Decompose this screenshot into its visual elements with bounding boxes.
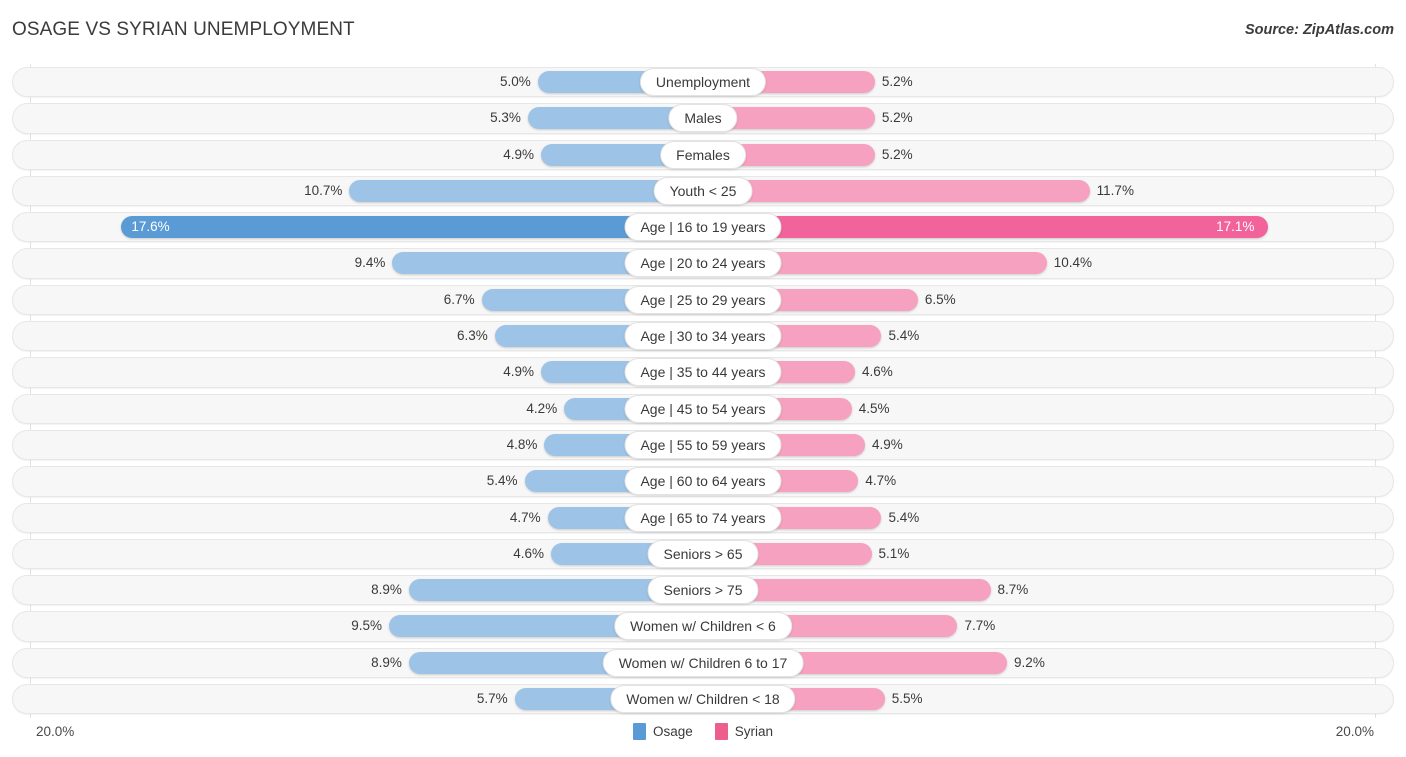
bar-syrian [703, 179, 1090, 202]
bar-value-osage: 17.6% [131, 219, 170, 235]
chart-row: 8.9% 8.7% Seniors > 75 [0, 572, 1406, 608]
bar-value-osage: 5.3% [490, 110, 521, 126]
bar-value-osage: 4.7% [509, 509, 541, 525]
bar-value-syrian: 5.4% [888, 509, 920, 525]
bar-value-syrian: 6.5% [924, 291, 956, 307]
category-label: Youth < 25 [653, 176, 753, 205]
bar-value-syrian: 5.4% [888, 328, 920, 344]
category-label: Age | 60 to 64 years [624, 467, 782, 496]
category-label: Age | 45 to 54 years [624, 394, 782, 423]
legend-label: Syrian [734, 724, 774, 739]
bar-value-osage: 4.8% [506, 436, 538, 452]
chart-row: 4.2% 4.5% Age | 45 to 54 years [0, 391, 1406, 427]
category-label: Females [660, 140, 746, 169]
category-label: Age | 20 to 24 years [624, 249, 782, 278]
bar-value-syrian: 5.2% [881, 146, 913, 162]
bar-value-syrian: 5.2% [881, 74, 913, 89]
bar-value-syrian: 5.1% [878, 545, 910, 561]
chart-row: 8.9% 9.2% Women w/ Children 6 to 17 [0, 645, 1406, 681]
category-label: Age | 25 to 29 years [624, 285, 782, 314]
chart-row: 4.7% 5.4% Age | 65 to 74 years [0, 500, 1406, 536]
bar-value-osage: 8.9% [371, 654, 402, 670]
bar-osage [121, 216, 703, 239]
bar-value-osage: 6.3% [457, 328, 488, 344]
bar-value-osage: 5.7% [476, 691, 508, 707]
bar-value-osage: 4.6% [513, 545, 544, 561]
chart-row: 6.3% 5.4% Age | 30 to 34 years [0, 318, 1406, 354]
legend-swatch-icon [632, 723, 646, 740]
legend-label: Osage [652, 724, 693, 739]
category-label: Age | 30 to 34 years [624, 322, 782, 351]
chart-row: 17.6% 17.1% Age | 16 to 19 years [0, 209, 1406, 245]
chart-row: 9.4% 10.4% Age | 20 to 24 years [0, 245, 1406, 281]
bar-syrian [703, 216, 1269, 239]
category-label: Unemployment [639, 68, 767, 96]
bar-value-osage: 8.9% [371, 582, 402, 598]
bar-value-osage: 6.7% [443, 291, 475, 307]
category-label: Seniors > 65 [647, 539, 759, 568]
bar-value-osage: 9.5% [351, 618, 383, 634]
chart-row: 4.9% 5.2% Females [0, 137, 1406, 173]
bar-value-syrian: 10.4% [1053, 255, 1092, 271]
bar-value-osage: 9.4% [354, 255, 386, 271]
bar-value-osage: 4.9% [503, 364, 535, 380]
bar-value-osage: 4.9% [503, 146, 535, 162]
legend-swatch-icon [714, 723, 728, 740]
bar-value-syrian: 17.1% [1216, 219, 1255, 235]
category-label: Women w/ Children < 6 [614, 612, 792, 641]
chart-footer: 20.0% 20.0% Osage Syrian [0, 718, 1406, 757]
category-label: Women w/ Children < 18 [610, 685, 796, 714]
chart-row: 4.8% 4.9% Age | 55 to 59 years [0, 427, 1406, 463]
chart-legend: Osage Syrian [0, 723, 1406, 740]
bar-value-osage: 4.2% [526, 400, 558, 416]
category-label: Age | 65 to 74 years [624, 503, 782, 532]
chart-row: 5.7% 5.5% Women w/ Children < 18 [0, 681, 1406, 717]
chart-plot-area: 5.0% 5.2% Unemployment 5.3% 5.2% Males 4.9% 5.2… [0, 64, 1406, 718]
bar-value-syrian: 8.7% [997, 582, 1029, 598]
category-label: Age | 16 to 19 years [624, 213, 782, 242]
bar-osage [349, 179, 703, 202]
bar-value-syrian: 5.5% [891, 691, 923, 707]
category-label: Seniors > 75 [647, 576, 759, 605]
bar-value-osage: 5.4% [486, 473, 518, 489]
legend-item[interactable]: Syrian [714, 723, 774, 740]
bar-value-syrian: 4.7% [865, 473, 897, 489]
chart-row: 9.5% 7.7% Women w/ Children < 6 [0, 608, 1406, 644]
chart-row: 5.3% 5.2% Males [0, 100, 1406, 136]
bar-value-syrian: 4.5% [858, 400, 890, 416]
chart-row: 5.4% 4.7% Age | 60 to 64 years [0, 463, 1406, 499]
category-label: Age | 55 to 59 years [624, 430, 782, 459]
chart-row: 6.7% 6.5% Age | 25 to 29 years [0, 282, 1406, 318]
chart-root: OSAGE VS SYRIAN UNEMPLOYMENT Source: Zip… [0, 0, 1406, 757]
bar-value-syrian: 9.2% [1014, 654, 1045, 670]
legend-item[interactable]: Osage [632, 723, 693, 740]
bar-value-osage: 10.7% [304, 182, 343, 198]
bar-value-syrian: 5.2% [881, 110, 913, 126]
chart-row: 4.6% 5.1% Seniors > 65 [0, 536, 1406, 572]
bar-value-syrian: 4.9% [871, 436, 903, 452]
chart-row: 5.0% 5.2% Unemployment [0, 64, 1406, 100]
category-label: Age | 35 to 44 years [624, 358, 782, 387]
bar-value-osage: 5.0% [499, 74, 531, 89]
page-title: OSAGE VS SYRIAN UNEMPLOYMENT [12, 19, 355, 40]
category-label: Women w/ Children 6 to 17 [602, 648, 804, 677]
bar-value-syrian: 4.6% [862, 364, 893, 380]
source-attribution: Source: ZipAtlas.com [1244, 22, 1394, 38]
chart-row: 4.9% 4.6% Age | 35 to 44 years [0, 354, 1406, 390]
category-label: Males [668, 104, 738, 133]
bar-value-syrian: 11.7% [1096, 182, 1134, 198]
chart-row: 10.7% 11.7% Youth < 25 [0, 173, 1406, 209]
bar-value-syrian: 7.7% [964, 618, 996, 634]
